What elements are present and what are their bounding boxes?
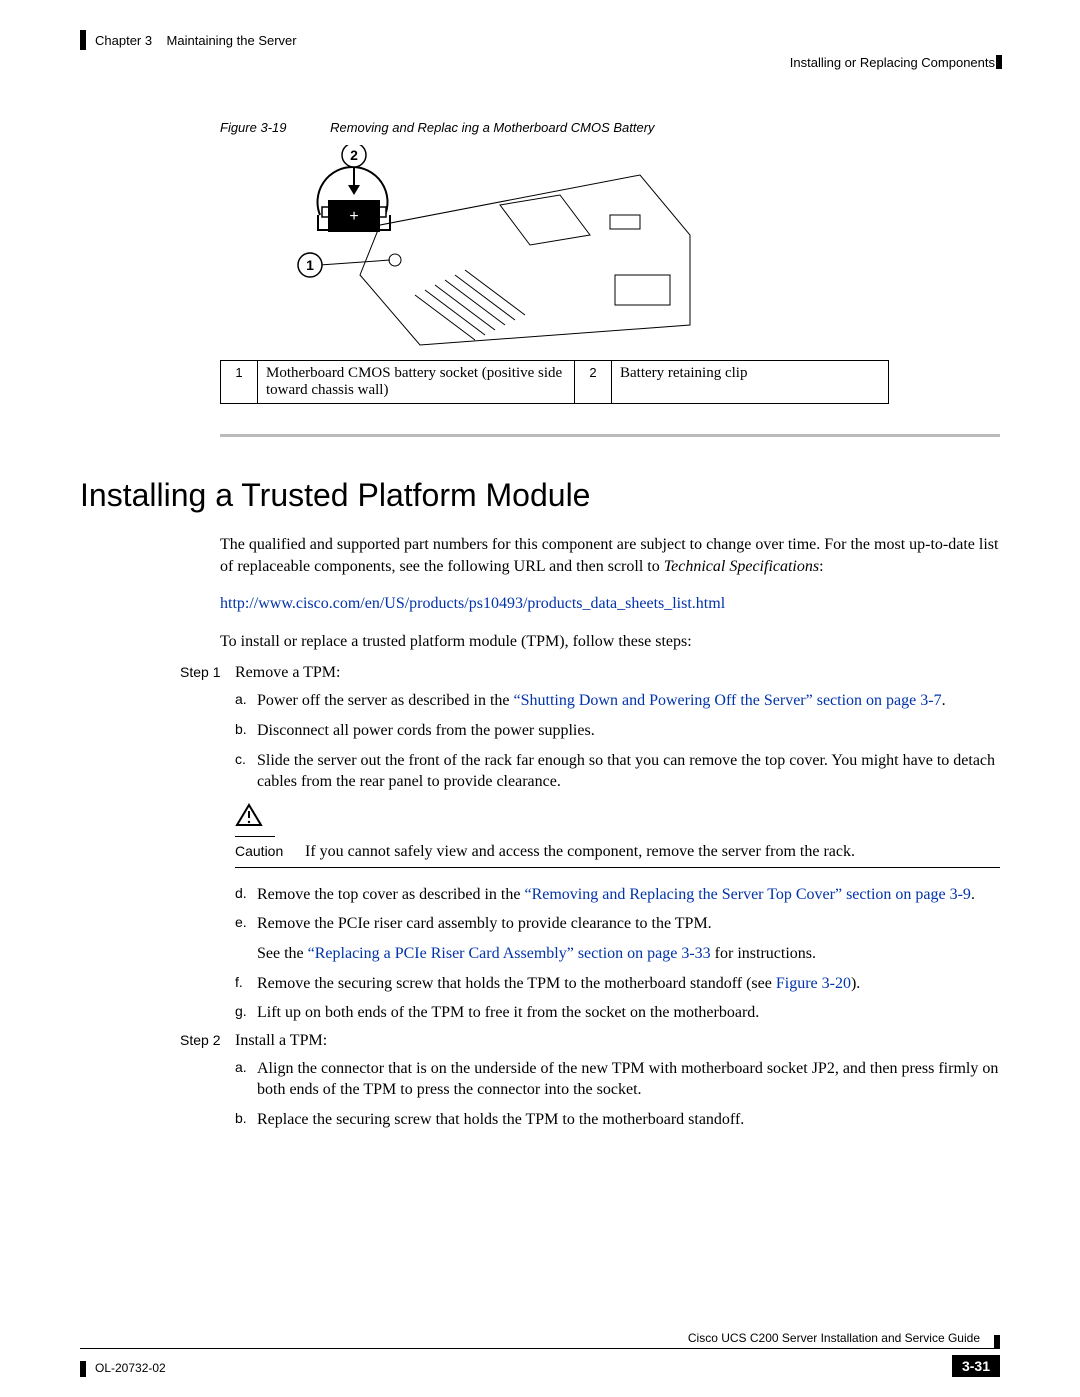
step-2-label: Step 2 — [180, 1032, 235, 1050]
step-1-text: Remove a TPM: — [235, 664, 1000, 682]
figure-number: Figure 3-19 — [220, 120, 286, 135]
motherboard-diagram-svg: 1 + 2 — [220, 145, 720, 355]
intro-paragraph-2: To install or replace a trusted platform… — [220, 631, 1000, 653]
pcie-riser-section-link[interactable]: “Replacing a PCIe Riser Card Assembly” s… — [308, 945, 711, 962]
step-1-row: Step 1 Remove a TPM: — [180, 664, 1000, 682]
running-header-right: Installing or Replacing Components — [790, 55, 995, 70]
figure-diagram: 1 + 2 — [220, 145, 1000, 355]
step1-b: b. Disconnect all power cords from the p… — [235, 720, 1000, 742]
chapter-number: Chapter 3 — [95, 33, 152, 48]
top-cover-section-link[interactable]: “Removing and Replacing the Server Top C… — [524, 886, 970, 903]
step1-g: g. Lift up on both ends of the TPM to fr… — [235, 1002, 1000, 1024]
legend-2-num: 2 — [575, 361, 612, 404]
step-1-label: Step 1 — [180, 664, 235, 682]
caution-icon — [235, 803, 263, 827]
figure-caption: Figure 3-19 Removing and Replac ing a Mo… — [220, 120, 1000, 135]
footer-left-mark — [80, 1361, 86, 1377]
step2-b: b. Replace the securing screw that holds… — [235, 1109, 1000, 1131]
step1-a: a. Power off the server as described in … — [235, 690, 1000, 712]
legend-1-text: Motherboard CMOS battery socket (positiv… — [258, 361, 575, 404]
page: Chapter 3 Maintaining the Server Install… — [0, 0, 1080, 1397]
caution-block: Caution If you cannot safely view and ac… — [235, 803, 1000, 868]
caution-text: If you cannot safely view and access the… — [305, 843, 855, 861]
header-right-mark — [996, 55, 1002, 69]
caution-label: Caution — [235, 843, 305, 861]
section-divider — [220, 434, 1000, 437]
step1-c: c. Slide the server out the front of the… — [235, 750, 1000, 793]
page-number: 3-31 — [952, 1355, 1000, 1377]
step2-a: a. Align the connector that is on the un… — [235, 1058, 1000, 1101]
figure-legend-table: 1 Motherboard CMOS battery socket (posit… — [220, 360, 889, 404]
intro-paragraph-1: The qualified and supported part numbers… — [220, 534, 1000, 577]
legend-2-text: Battery retaining clip — [612, 361, 889, 404]
step1-f: f. Remove the securing screw that holds … — [235, 973, 1000, 995]
running-header-left: Chapter 3 Maintaining the Server — [95, 33, 297, 48]
header-mark — [80, 30, 86, 50]
chapter-title: Maintaining the Server — [167, 33, 297, 48]
step-2-text: Install a TPM: — [235, 1032, 1000, 1050]
section-heading: Installing a Trusted Platform Module — [80, 477, 1000, 514]
figure-title: Removing and Replac ing a Motherboard CM… — [330, 120, 654, 135]
figure-3-20-link[interactable]: Figure 3-20 — [776, 975, 851, 992]
callout-2-label: 2 — [350, 147, 358, 163]
step1-e: e. Remove the PCIe riser card assembly t… — [235, 913, 1000, 964]
step-2-row: Step 2 Install a TPM: — [180, 1032, 1000, 1050]
content-area: Figure 3-19 Removing and Replac ing a Mo… — [80, 120, 1000, 1139]
data-sheets-link[interactable]: http://www.cisco.com/en/US/products/ps10… — [220, 595, 725, 612]
footer-doc-number: OL-20732-02 — [95, 1361, 166, 1375]
step1-d: d. Remove the top cover as described in … — [235, 884, 1000, 906]
callout-1-label: 1 — [306, 257, 314, 273]
battery-plus-icon: + — [349, 208, 358, 225]
legend-1-num: 1 — [221, 361, 258, 404]
footer-guide-title: Cisco UCS C200 Server Installation and S… — [688, 1331, 980, 1345]
footer-right-mark — [994, 1335, 1000, 1349]
footer-rule — [80, 1348, 1000, 1349]
shutdown-section-link[interactable]: “Shutting Down and Powering Off the Serv… — [514, 692, 942, 709]
reference-url: http://www.cisco.com/en/US/products/ps10… — [220, 593, 1000, 615]
